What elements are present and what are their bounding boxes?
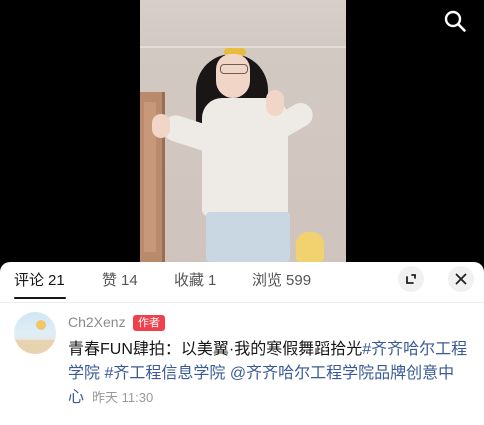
dancer-hand-left [152, 114, 170, 138]
comment-text: 青春FUN肆拍：以美翼·我的寒假舞蹈拾光#齐齐哈尔工程学院 #齐工程信息学院 @… [68, 338, 468, 410]
tabs-divider [0, 302, 484, 303]
collapse-button[interactable] [398, 266, 424, 292]
avatar-ground [14, 340, 56, 354]
close-button[interactable] [448, 266, 474, 292]
tab-views-label: 浏览 [252, 272, 283, 289]
tab-favorites-count: 1 [208, 272, 217, 289]
tab-likes-label: 赞 [102, 272, 118, 289]
tab-comments-count: 21 [48, 272, 65, 289]
dancer-face [216, 54, 250, 98]
search-button[interactable] [440, 6, 470, 36]
avatar-sun [36, 320, 46, 330]
video-frame [140, 0, 346, 262]
stats-tabs: 评论 21 赞 14 收藏 1 浏览 599 [0, 262, 484, 302]
comment-timestamp: 昨天 11:30 [92, 390, 154, 405]
avatar[interactable] [14, 312, 56, 354]
tab-likes-count: 14 [121, 272, 138, 289]
tab-favorites[interactable]: 收藏 1 [174, 269, 216, 290]
bear-toy [296, 232, 324, 262]
hashtag-link[interactable]: #齐工程信息学院 [104, 365, 225, 382]
dancer-hand-right [266, 90, 284, 116]
tab-likes[interactable]: 赞 14 [102, 269, 138, 290]
comment-body: 青春FUN肆拍：以美翼·我的寒假舞蹈拾光 [68, 341, 363, 358]
collapse-arrow-icon [406, 274, 416, 284]
close-icon [455, 273, 467, 285]
dancer-pants [206, 212, 290, 262]
tab-favorites-label: 收藏 [174, 272, 205, 289]
tab-comments-label: 评论 [14, 272, 45, 289]
author-badge: 作者 [133, 315, 165, 331]
tab-views[interactable]: 浏览 599 [252, 269, 311, 290]
active-tab-indicator [14, 297, 66, 299]
comment-username[interactable]: Ch2Xenz [68, 314, 126, 330]
tab-views-count: 599 [286, 272, 312, 289]
tab-comments[interactable]: 评论 21 [14, 269, 65, 290]
video-player[interactable] [0, 0, 484, 262]
dancer-glasses [220, 64, 248, 74]
search-icon [444, 10, 466, 32]
